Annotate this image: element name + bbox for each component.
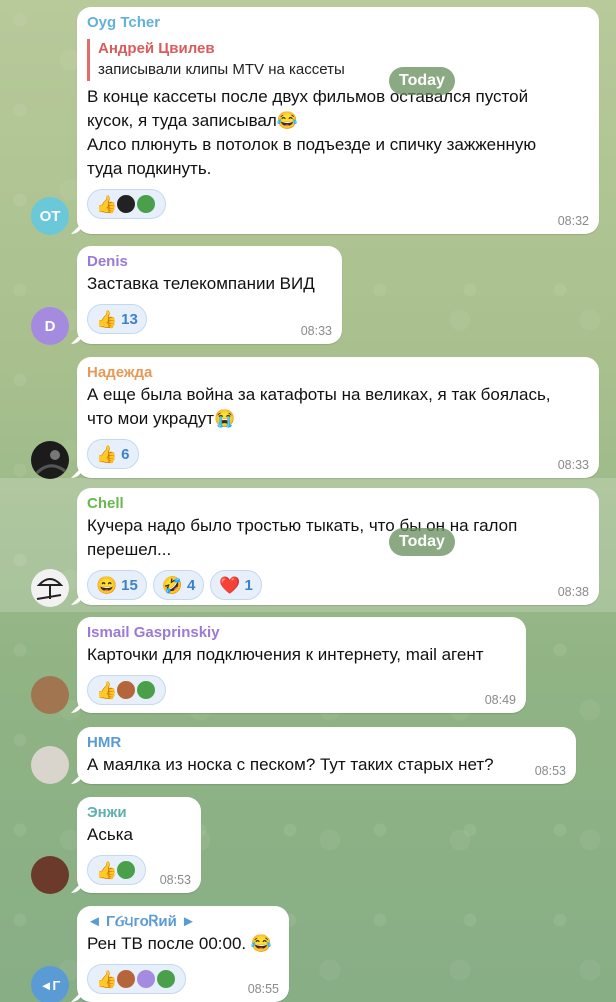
date-badge: Today bbox=[389, 528, 455, 556]
reactor-avatar bbox=[115, 968, 138, 990]
reaction-heart[interactable]: ❤️ 1 bbox=[210, 570, 262, 600]
sender-name[interactable]: Энжи bbox=[87, 803, 191, 823]
message-time: 08:33 bbox=[300, 324, 332, 338]
reaction-thumbs-up[interactable]: 👍 13 bbox=[87, 304, 147, 334]
message-line: Аська bbox=[87, 825, 133, 844]
thumbs-up-icon: 👍 bbox=[96, 860, 118, 880]
reaction-count: 1 bbox=[244, 576, 253, 594]
message-time: 08:38 bbox=[557, 585, 589, 599]
reactions-bar: 👍 bbox=[87, 189, 589, 219]
reactor-avatar bbox=[115, 193, 138, 215]
message-line: туда подкинуть. bbox=[87, 159, 212, 178]
reaction-thumbs-up[interactable]: 👍 bbox=[87, 855, 147, 885]
message-time: 08:53 bbox=[534, 764, 566, 778]
avatar[interactable] bbox=[31, 676, 69, 714]
thumbs-up-icon: 👍 bbox=[96, 194, 118, 214]
reactor-avatar bbox=[135, 968, 158, 990]
avatar[interactable] bbox=[31, 441, 69, 479]
message-bubble[interactable]: HMR А маялка из носка с песком? Тут таки… bbox=[77, 727, 576, 784]
message-line: Рен ТВ после 00:00. 😂 bbox=[87, 934, 273, 953]
avatar[interactable]: ◄Γ bbox=[31, 966, 69, 1002]
message-line: кусок, я туда записывал😂 bbox=[87, 111, 298, 130]
sender-name[interactable]: Oyg Tcher bbox=[87, 13, 589, 33]
message-line: что мои украдут😭 bbox=[87, 409, 236, 428]
message-bubble[interactable]: Oyg Tcher Андрей Цвилев записывали клипы… bbox=[77, 7, 599, 234]
avatar[interactable] bbox=[31, 856, 69, 894]
message-line: Карточки для подключения к интернету, ma… bbox=[87, 645, 484, 664]
reactor-avatar bbox=[155, 968, 178, 990]
message-bubble[interactable]: Надежда А еще была война за катафоты на … bbox=[77, 357, 599, 478]
message-line: Алсо плюнуть в потолок в подъезде и спич… bbox=[87, 135, 537, 154]
grin-icon: 😄 bbox=[96, 575, 118, 595]
message-line: А еще была война за катафоты на великах,… bbox=[87, 385, 551, 404]
message-line: А маялка из носка с песком? Тут таких ст… bbox=[87, 755, 494, 774]
reactor-avatar bbox=[115, 679, 138, 701]
message-line: Заставка телекомпании ВИД bbox=[87, 274, 315, 293]
message-time: 08:32 bbox=[557, 214, 589, 228]
reaction-count: 6 bbox=[121, 445, 130, 463]
message-line: перешел... bbox=[87, 540, 172, 559]
sender-name[interactable]: ◄ ΓᏵ੫гоᏒий ► bbox=[87, 912, 279, 932]
reactor-avatar bbox=[135, 679, 158, 701]
thumbs-up-icon: 👍 bbox=[96, 309, 118, 329]
avatar[interactable]: D bbox=[31, 307, 69, 345]
date-badge: Today bbox=[389, 67, 455, 95]
reaction-thumbs-up[interactable]: 👍 bbox=[87, 189, 167, 219]
reply-author: Андрей Цвилев bbox=[98, 40, 215, 57]
avatar-image bbox=[33, 450, 66, 477]
message-line: Кучера надо было тростью тыкать, что бы … bbox=[87, 516, 518, 535]
sender-name[interactable]: HMR bbox=[87, 733, 566, 753]
message-bubble[interactable]: Энжи Аська 👍 08:53 bbox=[77, 797, 201, 893]
reaction-count: 4 bbox=[187, 576, 196, 594]
thumbs-up-icon: 👍 bbox=[96, 444, 118, 464]
rofl-icon: 🤣 bbox=[161, 575, 184, 595]
message-time: 08:33 bbox=[557, 458, 589, 472]
reactions-bar: 👍 6 bbox=[87, 439, 589, 469]
reaction-thumbs-up[interactable]: 👍 bbox=[87, 675, 167, 705]
message-time: 08:53 bbox=[159, 873, 191, 887]
reply-text: записывали клипы MTV на кассеты bbox=[98, 61, 345, 78]
message-line: В конце кассеты после двух фильмов остав… bbox=[87, 87, 529, 106]
reactor-avatar bbox=[135, 193, 158, 215]
sender-name[interactable]: Denis bbox=[87, 252, 332, 272]
message-bubble[interactable]: Denis Заставка телекомпании ВИД 👍 13 08:… bbox=[77, 246, 342, 344]
reaction-thumbs-up[interactable]: 👍 bbox=[87, 964, 187, 994]
heart-icon: ❤️ bbox=[219, 575, 241, 595]
reaction-count: 15 bbox=[121, 576, 138, 594]
avatar[interactable] bbox=[31, 746, 69, 784]
reactions-bar: 👍 bbox=[87, 675, 516, 705]
message-bubble[interactable]: Chell Кучера надо было тростью тыкать, ч… bbox=[77, 488, 599, 605]
thumbs-up-icon: 👍 bbox=[96, 680, 118, 700]
avatar[interactable] bbox=[31, 569, 69, 607]
message-bubble[interactable]: ◄ ΓᏵ੫гоᏒий ► Рен ТВ после 00:00. 😂 👍 08:… bbox=[77, 906, 289, 1002]
thumbs-up-icon: 👍 bbox=[96, 969, 118, 989]
reaction-thumbs-up[interactable]: 👍 6 bbox=[87, 439, 139, 469]
reaction-count: 13 bbox=[121, 310, 138, 328]
sender-name[interactable]: Chell bbox=[87, 494, 589, 514]
message-bubble[interactable]: Ismail Gasprinskiy Карточки для подключе… bbox=[77, 617, 526, 713]
reactor-avatar bbox=[115, 859, 138, 881]
sender-name[interactable]: Надежда bbox=[87, 363, 589, 383]
reactions-bar: 👍 13 bbox=[87, 304, 332, 334]
message-time: 08:49 bbox=[484, 693, 516, 707]
reaction-rofl[interactable]: 🤣 4 bbox=[152, 570, 205, 600]
avatar-image bbox=[36, 578, 64, 600]
reaction-grin[interactable]: 😄 15 bbox=[87, 570, 147, 600]
reply-preview[interactable]: Андрей Цвилев записывали клипы MTV на ка… bbox=[87, 39, 589, 81]
sender-name[interactable]: Ismail Gasprinskiy bbox=[87, 623, 516, 643]
reactions-bar: 😄 15 🤣 4 ❤️ 1 bbox=[87, 570, 589, 600]
message-time: 08:55 bbox=[247, 982, 279, 996]
avatar[interactable]: OT bbox=[31, 197, 69, 235]
